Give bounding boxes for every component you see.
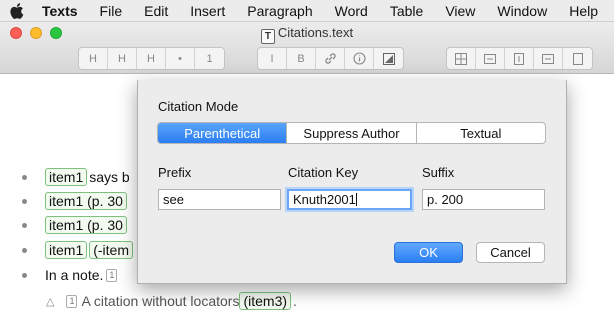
bold-button[interactable]: B xyxy=(287,48,316,69)
citation-token[interactable]: item1 xyxy=(45,168,88,186)
heading-1-button[interactable]: H xyxy=(79,48,108,69)
citation-mode-label: Citation Mode xyxy=(158,99,239,114)
disclosure-triangle-icon[interactable]: △ xyxy=(46,295,54,308)
window-title: T Citations.text xyxy=(0,25,614,44)
menu-paragraph[interactable]: Paragraph xyxy=(236,0,323,22)
numbered-list-button[interactable]: 1 xyxy=(195,48,224,69)
citation-token[interactable]: item1 (p. 30 xyxy=(45,192,127,210)
menu-edit[interactable]: Edit xyxy=(133,0,179,22)
cell-icon[interactable] xyxy=(534,48,563,69)
suffix-label: Suffix xyxy=(422,165,455,180)
prefix-label: Prefix xyxy=(158,165,192,180)
row-icon[interactable] xyxy=(476,48,505,69)
menu-file[interactable]: File xyxy=(89,0,134,22)
list-item[interactable]: item1 (p. 30 xyxy=(22,215,129,235)
toolbar: H H H • 1 I B xyxy=(0,44,614,74)
toolbar-group-inline: I B xyxy=(257,47,404,70)
menu-app-name[interactable]: Texts xyxy=(34,0,89,22)
citation-token[interactable]: (item3) xyxy=(239,292,292,310)
menu-window[interactable]: Window xyxy=(486,0,558,22)
menu-word[interactable]: Word xyxy=(324,0,379,22)
footnote-marker[interactable]: 1 xyxy=(106,268,118,282)
list-item[interactable]: item1 (-item xyxy=(22,240,135,260)
link-icon[interactable] xyxy=(316,48,345,69)
footnote-item[interactable]: △ 1 A citation without locators (item3). xyxy=(46,291,297,311)
citation-key-value: Knuth2001 xyxy=(293,192,356,207)
citation-mode-segmented-control: Parenthetical Suppress Author Textual xyxy=(157,122,546,144)
bullet-icon xyxy=(22,222,27,228)
list-item[interactable]: item1 (p. 30 xyxy=(22,191,129,211)
window-titlebar: T Citations.text xyxy=(0,22,614,44)
bullet-icon xyxy=(22,247,27,253)
citation-dialog: Citation Mode Parenthetical Suppress Aut… xyxy=(137,80,567,284)
citation-key-label: Citation Key xyxy=(288,165,359,180)
citation-token[interactable]: (-item xyxy=(89,241,134,259)
menu-help[interactable]: Help xyxy=(558,0,609,22)
toolbar-group-paragraph: H H H • 1 xyxy=(78,47,225,70)
delete-icon[interactable] xyxy=(563,48,592,69)
mode-suppress-author-segment[interactable]: Suppress Author xyxy=(287,123,417,143)
column-icon[interactable] xyxy=(505,48,534,69)
heading-3-button[interactable]: H xyxy=(137,48,166,69)
bullet-icon xyxy=(22,174,27,180)
menu-insert[interactable]: Insert xyxy=(179,0,236,22)
bullet-icon xyxy=(22,272,27,278)
bullet-icon xyxy=(22,198,27,204)
footnote-number: 1 xyxy=(66,294,78,308)
citation-token[interactable]: item1 (p. 30 xyxy=(45,216,127,234)
document-icon: T xyxy=(260,29,275,44)
cancel-button[interactable]: Cancel xyxy=(476,242,545,263)
menu-table[interactable]: Table xyxy=(379,0,434,22)
table-icon[interactable] xyxy=(447,48,476,69)
apple-icon[interactable] xyxy=(0,2,34,19)
footnote-text: A citation without locators xyxy=(81,293,240,309)
text-cursor xyxy=(355,193,357,206)
mode-textual-segment[interactable]: Textual xyxy=(417,123,545,143)
menu-view[interactable]: View xyxy=(434,0,486,22)
bullet-list-button[interactable]: • xyxy=(166,48,195,69)
image-icon[interactable] xyxy=(374,48,403,69)
suffix-input[interactable]: p. 200 xyxy=(422,189,545,210)
paragraph-text: says b xyxy=(89,169,130,185)
ok-button[interactable]: OK xyxy=(394,242,463,263)
list-item[interactable]: item1 says b xyxy=(22,167,130,187)
prefix-input[interactable]: see xyxy=(158,189,281,210)
paragraph-text: In a note. xyxy=(45,267,104,283)
mode-parenthetical-segment[interactable]: Parenthetical xyxy=(158,123,288,143)
citation-key-input[interactable]: Knuth2001 xyxy=(287,189,412,210)
info-icon[interactable] xyxy=(345,48,374,69)
heading-2-button[interactable]: H xyxy=(108,48,137,69)
window-title-text: Citations.text xyxy=(277,25,354,40)
citation-token[interactable]: item1 xyxy=(45,241,88,259)
footnote-end: . xyxy=(293,293,297,309)
menu-bar: Texts File Edit Insert Paragraph Word Ta… xyxy=(0,0,614,22)
italic-button[interactable]: I xyxy=(258,48,287,69)
toolbar-group-table xyxy=(446,47,593,70)
list-item[interactable]: In a note. 1 xyxy=(22,265,118,285)
